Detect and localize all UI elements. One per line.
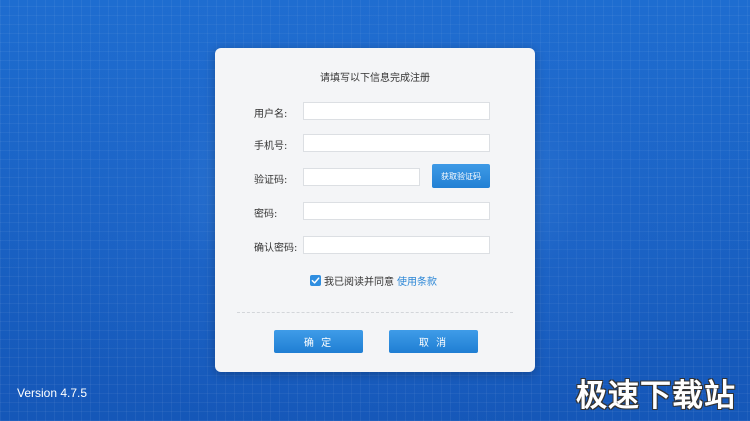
register-dialog: 请填写以下信息完成注册 用户名: 手机号: 验证码: 获取验证码 密码: 确认密…	[215, 48, 535, 372]
watermark-logo: 极速下载站	[576, 378, 736, 414]
confirm-password-label: 确认密码:	[254, 243, 298, 254]
verification-code-label: 验证码:	[254, 175, 288, 186]
password-row: 密码:	[215, 202, 535, 222]
agree-checkbox[interactable]	[310, 274, 321, 286]
verification-code-row: 验证码: 获取验证码	[215, 164, 535, 188]
username-label: 用户名:	[254, 109, 288, 120]
get-code-button[interactable]: 获取验证码	[432, 164, 490, 188]
password-input[interactable]	[303, 202, 490, 220]
terms-link[interactable]: 使用条款	[397, 273, 437, 288]
agree-text: 我已阅读并同意	[324, 276, 394, 288]
ok-button[interactable]: 确 定	[274, 330, 363, 353]
cancel-button[interactable]: 取 消	[389, 330, 478, 353]
phone-row: 手机号:	[215, 134, 535, 154]
checkmark-icon	[311, 276, 320, 284]
version-label: Version 4.7.5	[17, 386, 88, 400]
username-row: 用户名:	[215, 102, 535, 122]
agree-terms-row: 我已阅读并同意 使用条款	[310, 273, 437, 288]
verification-code-input[interactable]	[303, 168, 420, 186]
confirm-password-row: 确认密码:	[215, 236, 535, 256]
username-input[interactable]	[303, 102, 490, 120]
password-label: 密码:	[254, 209, 278, 220]
dialog-title: 请填写以下信息完成注册	[320, 73, 430, 84]
divider	[237, 312, 513, 313]
phone-input[interactable]	[303, 134, 490, 152]
confirm-password-input[interactable]	[303, 236, 490, 254]
phone-label: 手机号:	[254, 141, 288, 152]
